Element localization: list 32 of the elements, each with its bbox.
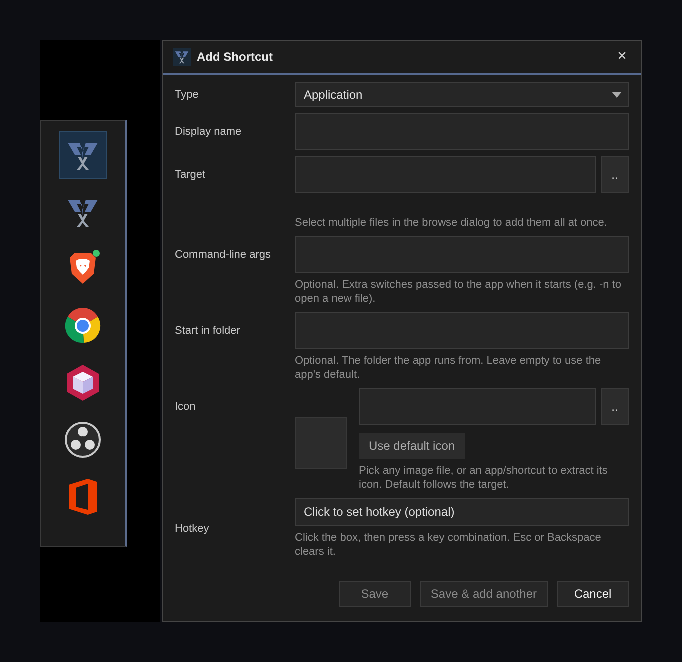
hotkey-field[interactable]: Click to set hotkey (optional) <box>295 498 629 526</box>
hint-text: Optional. Extra switches passed to the app when it starts (e.g. -n to open a new file). <box>295 278 622 306</box>
field-label: Type <box>175 88 199 100</box>
field-label: Command-line args <box>175 248 271 260</box>
office-icon <box>66 477 100 517</box>
hint-text: Click the box, then press a key combination. Esc or Backspace clears it. <box>295 531 602 559</box>
caret-icon <box>612 92 622 98</box>
app-logo-icon <box>174 49 190 65</box>
field-label: Start in folder <box>175 324 240 336</box>
obs-icon <box>64 421 102 459</box>
dialog-button[interactable]: Cancel <box>557 581 629 607</box>
field-label: Target <box>175 168 206 180</box>
window-title: Add Shortcut <box>197 50 274 64</box>
hint-text: Optional. The folder the app runs from. Leave empty to use the app's default. <box>295 354 602 382</box>
hint-text: Pick any image file, or an app/shortcut to extract its icon. Default follows the target. <box>359 464 609 492</box>
text-field[interactable] <box>295 156 596 193</box>
field-label: Display name <box>175 126 242 138</box>
field-label: Icon <box>175 401 196 413</box>
text-field[interactable] <box>295 236 629 273</box>
close-button[interactable]: × <box>618 48 627 66</box>
hint-text: Select multiple files in the browse dialog to add them all at once. <box>295 216 608 230</box>
chrome-icon <box>63 306 103 346</box>
default-icon-button[interactable]: Use default icon <box>359 433 466 459</box>
cube-icon <box>64 363 102 403</box>
icon-preview <box>295 417 347 469</box>
text-field[interactable] <box>295 312 629 349</box>
type-dropdown[interactable]: Application <box>295 82 629 107</box>
field-label: Hotkey <box>175 522 210 534</box>
browse-button[interactable]: .. <box>601 156 629 193</box>
text-field[interactable] <box>359 388 596 425</box>
browse-button[interactable]: .. <box>601 388 629 425</box>
text-field[interactable] <box>295 113 629 150</box>
